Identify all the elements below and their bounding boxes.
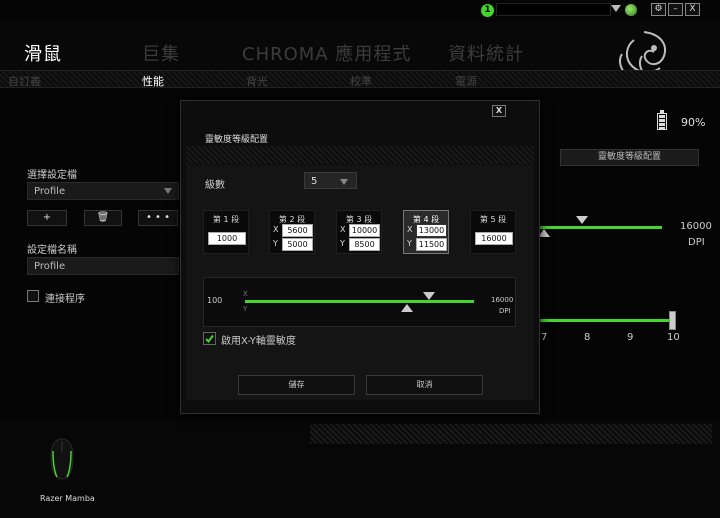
tab-chroma-apps[interactable]: CHROMA 應用程式 (242, 40, 411, 66)
polling-tick-8: 8 (584, 332, 591, 343)
stage-2-x-value[interactable]: 5600 (282, 224, 313, 237)
sensitivity-max-label: 16000 (680, 221, 712, 232)
stage-2-y-value[interactable]: 5000 (282, 238, 313, 251)
stage-3-y-value[interactable]: 8500 (349, 238, 380, 251)
dialog-title: 靈敏度等級配置 (205, 135, 269, 145)
levels-chevron-icon (340, 179, 348, 185)
window-controls: ⚙ – X (651, 3, 700, 16)
add-profile-button[interactable]: + (27, 210, 67, 226)
select-profile-label: 選擇設定檔 (27, 170, 77, 181)
slider-x-axis-label: X (243, 290, 248, 298)
polling-rate-slider-track[interactable] (540, 319, 672, 322)
more-options-button[interactable]: • • • (138, 210, 178, 226)
tab-mouse[interactable]: 滑鼠 (24, 40, 62, 66)
polling-rate-handle[interactable] (669, 311, 676, 330)
dialog-close-button[interactable]: X (492, 105, 506, 117)
battery-icon (657, 113, 667, 130)
checkmark-icon (205, 334, 214, 344)
settings-button[interactable]: ⚙ (651, 3, 666, 16)
device-name[interactable]: Razer Mamba (40, 494, 95, 503)
subtab-performance[interactable]: 性能 (142, 73, 164, 89)
subtab-calibration[interactable]: 校準 (350, 73, 372, 89)
stage-3[interactable]: 第 3 段 X 10000 Y 8500 (336, 210, 382, 254)
stage-5[interactable]: 第 5 段 16000 (470, 210, 516, 254)
stage-2-y-axis-label: Y (273, 239, 278, 248)
chevron-down-icon (164, 188, 172, 194)
stage-1-title: 第 1 段 (212, 215, 240, 224)
stage-4-x-axis-label: X (407, 225, 413, 234)
enable-xy-label: 啟用X-Y軸靈敏度 (221, 336, 296, 347)
profile-name-label: 設定檔名稱 (27, 245, 77, 256)
save-button[interactable]: 儲存 (238, 375, 355, 395)
slider-max-label: 16000 (491, 296, 514, 304)
dialog-title-stripe (186, 146, 534, 164)
sensitivity-slider-track[interactable] (540, 226, 662, 229)
stage-5-title: 第 5 段 (479, 215, 507, 224)
levels-select[interactable]: 5 (304, 172, 357, 189)
stage-4[interactable]: 第 4 段 X 13000 Y 11500 (403, 210, 449, 254)
levels-label: 級數 (205, 180, 225, 191)
polling-tick-10: 10 (667, 332, 680, 343)
enable-xy-checkbox[interactable] (203, 332, 216, 345)
dpi-y-handle[interactable] (401, 304, 413, 312)
stage-3-x-value[interactable]: 10000 (349, 224, 380, 237)
slider-y-axis-label: Y (243, 305, 248, 313)
online-status-icon[interactable] (625, 4, 637, 16)
account-dropdown-icon[interactable] (611, 5, 621, 12)
footer-stripe (310, 424, 712, 444)
stage-1[interactable]: 第 1 段 1000 (203, 210, 249, 254)
sensitivity-x-handle[interactable] (576, 216, 588, 224)
slider-min-label: 100 (207, 296, 223, 305)
profile-name-input[interactable]: Profile (27, 257, 179, 275)
sub-nav: 自訂義 性能 背光 校準 電源 (0, 70, 720, 88)
dpi-slider-track[interactable] (245, 300, 474, 303)
cancel-button[interactable]: 取消 (366, 375, 483, 395)
tab-statistics[interactable]: 資料統計 (448, 40, 524, 66)
stage-2-x-axis-label: X (273, 225, 279, 234)
battery-percent: 90% (681, 116, 706, 129)
sensitivity-unit-label: DPI (688, 237, 705, 248)
delete-profile-button[interactable]: 🗑 (84, 210, 122, 226)
subtab-power[interactable]: 電源 (455, 73, 477, 89)
stage-4-y-value[interactable]: 11500 (416, 238, 447, 251)
subtab-lighting[interactable]: 背光 (246, 73, 268, 89)
main-nav: 滑鼠 巨集 CHROMA 應用程式 資料統計 (0, 38, 560, 66)
stage-5-value[interactable]: 16000 (475, 232, 513, 245)
profile-select[interactable]: Profile (27, 182, 179, 200)
polling-tick-7: 7 (541, 332, 548, 343)
mouse-device-icon[interactable] (48, 437, 76, 481)
minimize-button[interactable]: – (668, 3, 683, 16)
stage-4-x-value[interactable]: 13000 (416, 224, 447, 237)
close-button[interactable]: X (685, 3, 700, 16)
subtab-customize[interactable]: 自訂義 (8, 73, 41, 89)
sensitivity-stages-button[interactable]: 靈敏度等級配置 (560, 149, 699, 166)
slider-unit-label: DPI (499, 307, 511, 315)
notification-badge[interactable]: 1 (481, 4, 494, 17)
stage-3-y-axis-label: Y (340, 239, 345, 248)
link-program-label: 連接程序 (45, 294, 85, 305)
stage-4-y-axis-label: Y (407, 239, 412, 248)
dpi-x-handle[interactable] (423, 292, 435, 300)
stage-3-x-axis-label: X (340, 225, 346, 234)
polling-tick-9: 9 (627, 332, 634, 343)
stage-1-value[interactable]: 1000 (208, 232, 246, 245)
tab-macro[interactable]: 巨集 (142, 40, 180, 66)
account-field[interactable] (496, 3, 611, 16)
stage-2[interactable]: 第 2 段 X 5600 Y 5000 (269, 210, 315, 254)
link-program-checkbox[interactable] (27, 290, 39, 302)
